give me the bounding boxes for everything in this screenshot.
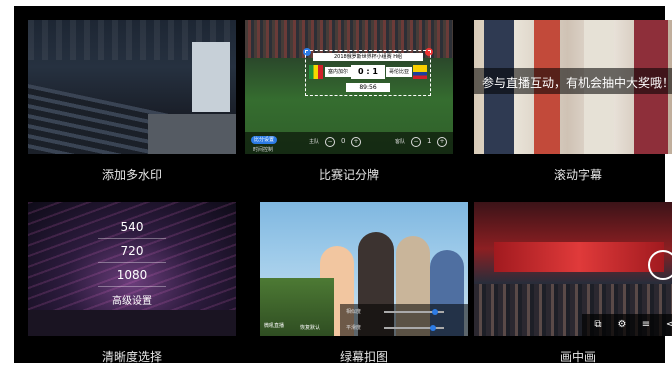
divider bbox=[98, 262, 166, 263]
stage-base bbox=[28, 310, 236, 336]
match-timer: 89:56 bbox=[346, 83, 390, 92]
marquee-text: 参与直播互动，有机会抽中大奖哦！ bbox=[482, 76, 672, 90]
home-team-name: 塞内加尔 bbox=[325, 67, 352, 77]
tile-caption-marquee: 滚动字幕 bbox=[553, 168, 602, 182]
layers-icon[interactable]: ≡ bbox=[640, 319, 652, 331]
scoreboard-overlay[interactable]: 2018俄罗斯世界杯小组赛 H组 塞内加尔 0 : 1 哥伦比亚 89:56 bbox=[305, 50, 431, 96]
feature-gallery-panel: 添加多水印 2018俄罗斯世界杯小组赛 H组 塞内加尔 0 : 1 哥伦比亚 8… bbox=[14, 6, 672, 364]
picture-in-picture-preview[interactable]: ⧉ ⚙ ≡ ⋖ bbox=[474, 202, 672, 336]
smoothness-knob[interactable] bbox=[430, 325, 436, 331]
score-row: 塞内加尔 0 : 1 哥伦比亚 bbox=[306, 65, 430, 81]
copy-icon[interactable]: ⧉ bbox=[592, 319, 604, 331]
brand-label: 微吼直播 bbox=[264, 323, 285, 329]
similarity-knob[interactable] bbox=[432, 309, 438, 315]
stage-screen bbox=[192, 42, 230, 112]
away-minus-button[interactable]: − bbox=[411, 137, 421, 147]
score-settings-button[interactable]: 比分设置 bbox=[251, 136, 277, 144]
away-plus-button[interactable]: + bbox=[437, 137, 447, 147]
pip-circle-window[interactable] bbox=[648, 250, 672, 280]
event-banner bbox=[494, 242, 664, 272]
tile-caption-greenscreen: 绿幕扣图 bbox=[339, 350, 388, 364]
score-box: 0 : 1 bbox=[351, 65, 385, 79]
resolution-preview[interactable]: 540 720 1080 高级设置 bbox=[28, 202, 236, 336]
advanced-settings-link[interactable]: 高级设置 bbox=[28, 292, 236, 307]
away-score: 1 bbox=[372, 67, 378, 76]
original-inset: 微吼直播 bbox=[260, 278, 334, 336]
away-team-name: 哥伦比亚 bbox=[386, 67, 413, 77]
home-plus-button[interactable]: + bbox=[351, 137, 361, 147]
senegal-flag-icon bbox=[309, 65, 323, 79]
reset-default-button[interactable]: 恢复默认 bbox=[300, 324, 320, 331]
similarity-label: 相似度 bbox=[346, 309, 362, 315]
stage-floor bbox=[148, 114, 236, 154]
tile-caption-watermark: 添加多水印 bbox=[101, 168, 162, 182]
multi-watermark-preview[interactable] bbox=[28, 20, 236, 154]
match-title: 2018俄罗斯世界杯小组赛 H组 bbox=[313, 53, 423, 61]
smoothness-label: 平滑度 bbox=[346, 325, 362, 331]
away-control-value: 1 bbox=[427, 137, 432, 145]
divider bbox=[98, 286, 166, 287]
away-control-label: 客队 bbox=[395, 139, 406, 145]
home-control-value: 0 bbox=[341, 137, 346, 145]
tile-caption-pip: 画中画 bbox=[559, 350, 596, 364]
home-score: 0 bbox=[358, 67, 364, 76]
scoreboard-preview[interactable]: 2018俄罗斯世界杯小组赛 H组 塞内加尔 0 : 1 哥伦比亚 89:56 比… bbox=[245, 20, 453, 154]
resolution-option-1080[interactable]: 1080 bbox=[28, 268, 236, 282]
home-control-label: 主队 bbox=[309, 139, 320, 145]
divider bbox=[98, 238, 166, 239]
keying-controls: 相似度 平滑度 bbox=[340, 304, 468, 336]
pip-toolbar: ⧉ ⚙ ≡ ⋖ bbox=[582, 314, 672, 336]
resolution-option-720[interactable]: 720 bbox=[28, 244, 236, 258]
time-control-label[interactable]: 时间控制 bbox=[253, 146, 273, 153]
tile-caption-scoreboard: 比赛记分牌 bbox=[318, 168, 379, 182]
home-minus-button[interactable]: − bbox=[325, 137, 335, 147]
score-control-bar: 比分设置 时间控制 主队 − 0 + 客队 − 1 + bbox=[245, 132, 453, 154]
share-icon[interactable]: ⋖ bbox=[664, 319, 672, 331]
colombia-flag-icon bbox=[413, 65, 427, 79]
resolution-option-540[interactable]: 540 bbox=[28, 220, 236, 234]
scrolling-caption-preview[interactable]: 参与直播互动，有机会抽中大奖哦！ bbox=[474, 20, 672, 154]
gear-icon[interactable]: ⚙ bbox=[616, 319, 628, 331]
green-screen-preview[interactable]: 微吼直播 相似度 平滑度 恢复默认 bbox=[260, 202, 468, 336]
tile-caption-resolution: 清晰度选择 bbox=[101, 350, 162, 364]
